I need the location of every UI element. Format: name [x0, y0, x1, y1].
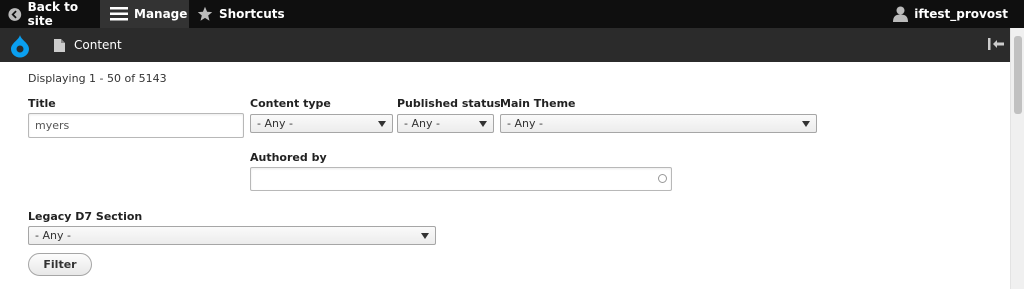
authored-by-label: Authored by: [250, 151, 327, 164]
user-menu[interactable]: iftest_provost: [893, 0, 1008, 28]
collapse-tray-icon[interactable]: [988, 38, 1004, 53]
title-input[interactable]: myers: [28, 113, 244, 138]
published-status-value: - Any -: [404, 117, 440, 130]
chevron-down-icon: [802, 121, 810, 127]
main-theme-label: Main Theme: [500, 97, 576, 110]
legacy-section-select[interactable]: - Any -: [28, 226, 436, 245]
content-type-label: Content type: [250, 97, 331, 110]
content-type-select[interactable]: - Any -: [250, 114, 393, 133]
scrollbar-thumb[interactable]: [1014, 36, 1022, 114]
legacy-section-label: Legacy D7 Section: [28, 210, 143, 223]
chevron-down-icon: [378, 121, 386, 127]
results-count: Displaying 1 - 50 of 5143: [28, 72, 167, 85]
autocomplete-circle-icon: [658, 174, 667, 183]
admin-toolbar: Back to site Manage Shortcuts iftest_pro…: [0, 0, 1024, 28]
shortcuts-label: Shortcuts: [219, 7, 285, 21]
content-type-value: - Any -: [257, 117, 293, 130]
chevron-down-icon: [421, 233, 429, 239]
back-to-site-label: Back to site: [27, 0, 79, 28]
toolbar-tray: Content: [0, 28, 1024, 62]
shortcuts-tab[interactable]: Shortcuts: [189, 0, 289, 28]
published-status-label: Published status: [397, 97, 501, 110]
content-label: Content: [74, 38, 122, 52]
published-status-select[interactable]: - Any -: [397, 114, 494, 133]
drupal-logo-icon[interactable]: [9, 34, 31, 61]
hamburger-icon: [110, 7, 128, 21]
legacy-section-value: - Any -: [35, 229, 71, 242]
back-to-site-link[interactable]: Back to site: [0, 0, 100, 28]
chevron-down-icon: [479, 121, 487, 127]
content-menu-link[interactable]: Content: [54, 28, 122, 62]
username-label: iftest_provost: [914, 7, 1008, 21]
manage-tab[interactable]: Manage: [100, 0, 189, 28]
main-theme-value: - Any -: [507, 117, 543, 130]
user-icon: [893, 6, 909, 22]
main-theme-select[interactable]: - Any -: [500, 114, 817, 133]
title-label: Title: [28, 97, 56, 110]
manage-label: Manage: [134, 7, 188, 21]
document-icon: [54, 38, 65, 52]
authored-by-input[interactable]: [250, 167, 672, 191]
star-icon: [197, 6, 213, 21]
filter-button[interactable]: Filter: [28, 253, 92, 276]
vertical-scrollbar[interactable]: [1010, 28, 1024, 289]
chevron-left-circle-icon: [8, 7, 22, 21]
